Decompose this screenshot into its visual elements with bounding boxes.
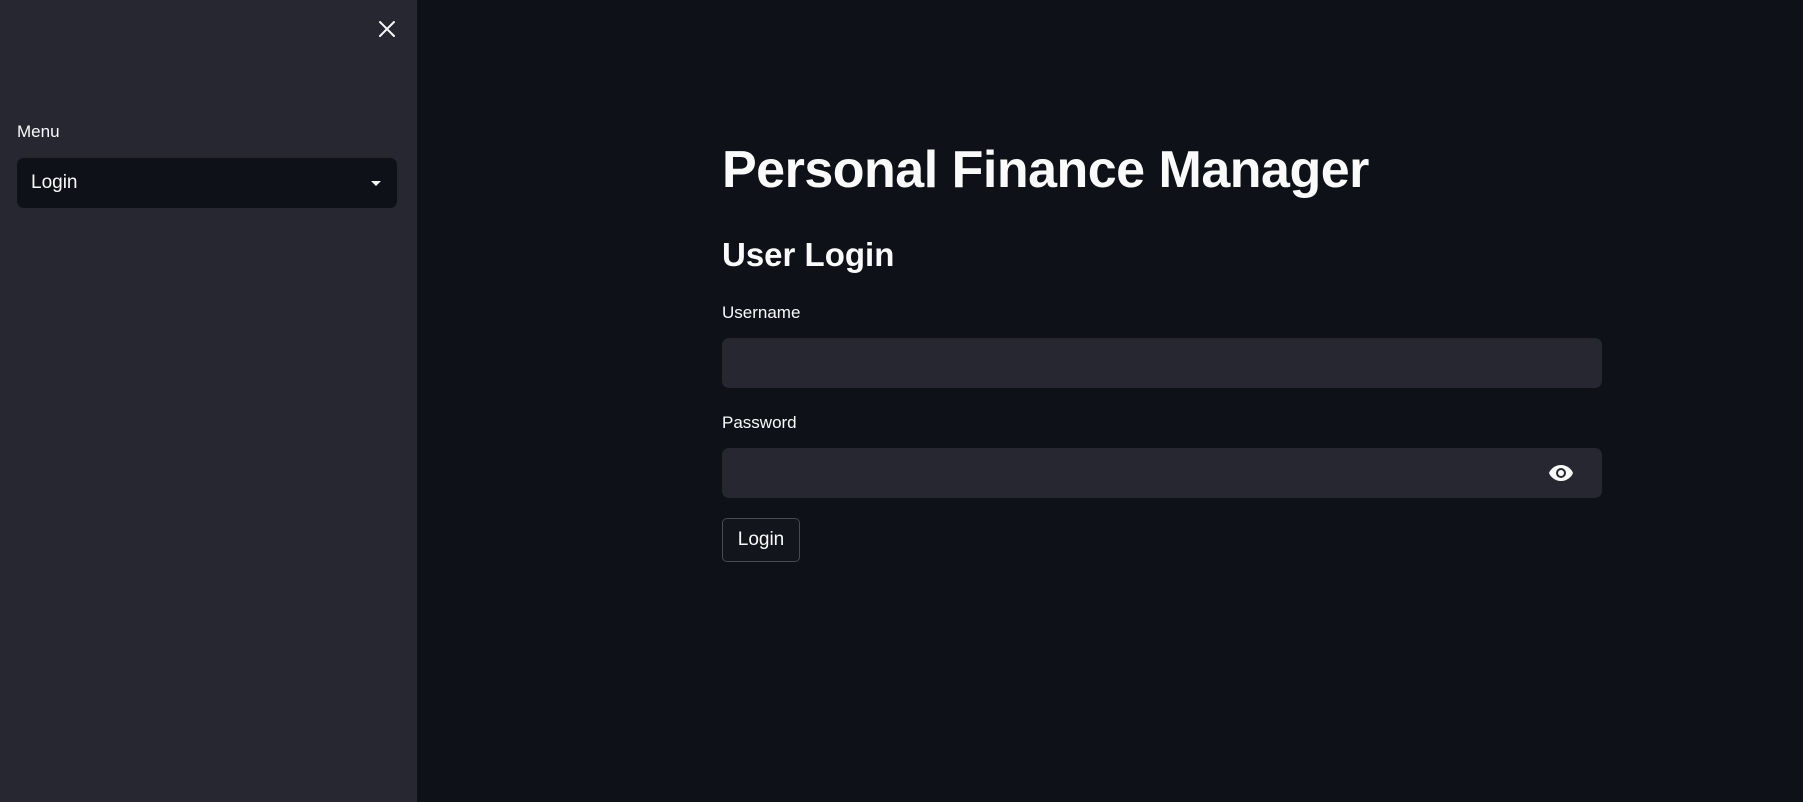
menu-select-value: Login bbox=[31, 172, 78, 193]
chevron-down-icon bbox=[371, 180, 381, 186]
close-icon bbox=[379, 21, 395, 37]
app-root: Menu Login Personal Finance Manager User… bbox=[0, 0, 1803, 802]
section-title: User Login bbox=[722, 236, 895, 273]
password-label: Password bbox=[722, 413, 797, 432]
menu-label: Menu bbox=[17, 122, 60, 141]
username-label: Username bbox=[722, 303, 801, 322]
password-input[interactable] bbox=[722, 448, 1602, 498]
show-password-button[interactable] bbox=[1546, 460, 1576, 486]
menu-select[interactable]: Login bbox=[17, 158, 397, 208]
page-title: Personal Finance Manager bbox=[722, 141, 1369, 199]
eye-icon bbox=[1549, 465, 1573, 481]
login-button[interactable]: Login bbox=[722, 518, 800, 562]
sidebar: Menu Login bbox=[0, 0, 417, 802]
username-input[interactable] bbox=[722, 338, 1602, 388]
close-sidebar-button[interactable] bbox=[372, 14, 402, 44]
